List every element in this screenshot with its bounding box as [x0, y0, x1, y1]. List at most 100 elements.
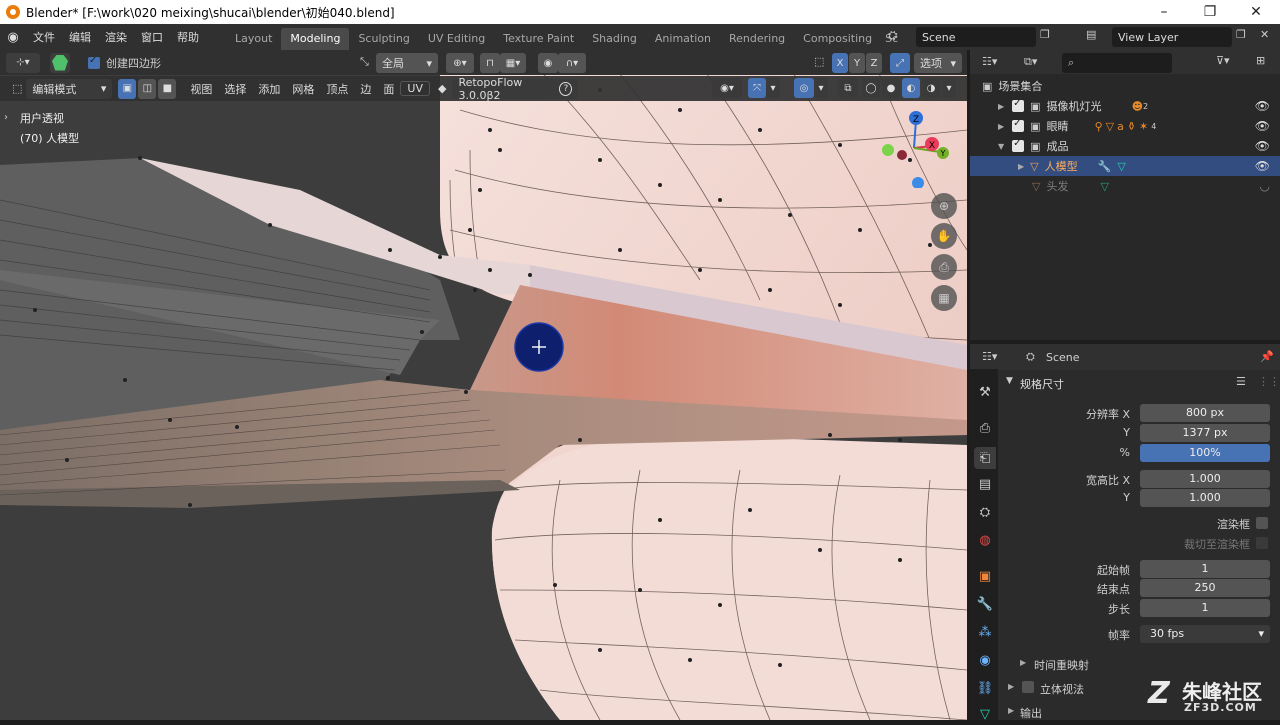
menu-edge[interactable]: 边 — [354, 81, 377, 97]
aspect-x-field[interactable]: 1.000 — [1140, 470, 1270, 488]
time-remap-label[interactable]: 时间重映射 — [1034, 657, 1089, 673]
rendered-shading-icon[interactable]: ◑ — [922, 78, 940, 98]
expand-arrow-icon[interactable]: ▶ — [1018, 162, 1024, 171]
drag-handle-icon[interactable]: ⋮⋮ — [1258, 375, 1280, 388]
outliner-search-input[interactable]: ⌕ — [1062, 53, 1172, 73]
tab-shading[interactable]: Shading — [583, 28, 646, 50]
outliner-row-human-model[interactable]: ▶ ▽ 人模型 🔧 ▽ 👁 — [970, 156, 1280, 176]
menu-render[interactable]: 渲染 — [98, 29, 134, 45]
menu-uv[interactable]: UV — [400, 81, 430, 96]
frame-start-field[interactable]: 1 — [1140, 560, 1270, 578]
toolbar-expand-icon[interactable]: › — [4, 112, 8, 123]
output-section-label[interactable]: 输出 — [1020, 705, 1042, 721]
active-tool-icon[interactable] — [50, 52, 70, 73]
navigation-gizmo[interactable]: Z X Y — [876, 108, 956, 188]
tab-uv-editing[interactable]: UV Editing — [419, 28, 494, 50]
resolution-percent-slider[interactable]: 100% — [1140, 444, 1270, 462]
menu-face[interactable]: 面 — [377, 81, 400, 97]
resolution-x-field[interactable]: 800 px — [1140, 404, 1270, 422]
tab-animation[interactable]: Animation — [646, 28, 720, 50]
crop-region-checkbox[interactable] — [1256, 537, 1268, 549]
tab-rendering[interactable]: Rendering — [720, 28, 794, 50]
snap-toggle-icon[interactable]: ⊓ — [480, 53, 500, 73]
expand-arrow-icon[interactable]: ▶ — [1020, 658, 1026, 667]
shading-dropdown-icon[interactable]: ▾ — [942, 78, 956, 98]
outliner-editor-icon[interactable]: ☷▾ — [982, 55, 997, 68]
aspect-y-field[interactable]: 1.000 — [1140, 489, 1270, 507]
pivot-point-icon[interactable]: ⊕▾ — [446, 53, 474, 73]
visibility-eye-icon[interactable]: 👁 — [1255, 99, 1270, 113]
falloff-icon[interactable]: ∩▾ — [558, 53, 586, 73]
outliner-row-camera-lights[interactable]: ▶ ▣ 摄像机灯光 ☻ 2 👁 — [970, 96, 1280, 116]
new-collection-icon[interactable]: ⊞ — [1256, 54, 1265, 67]
maximize-button[interactable]: ❐ — [1187, 0, 1233, 24]
vertex-select-icon[interactable]: ▣ — [118, 78, 137, 99]
filter-icon[interactable]: ⊽▾ — [1216, 54, 1230, 67]
mirror-x-toggle[interactable]: X — [832, 53, 848, 73]
physics-tab-icon[interactable]: ◉ — [974, 649, 996, 671]
display-mode-icon[interactable]: ⧉▾ — [1024, 55, 1037, 69]
render-region-checkbox[interactable] — [1256, 517, 1268, 529]
zoom-icon[interactable]: ⊕ — [931, 193, 957, 219]
gizmo-icon[interactable]: ⤧ — [748, 78, 766, 98]
overlay-icon[interactable]: ◎ — [794, 78, 814, 98]
tab-layout[interactable]: Layout — [226, 28, 281, 50]
menu-vertex[interactable]: 顶点 — [320, 81, 354, 97]
close-button[interactable]: ✕ — [1233, 0, 1279, 24]
frame-step-field[interactable]: 1 — [1140, 599, 1270, 617]
outliner-row-hair[interactable]: ▽ 头发 ▽ ◡ — [970, 176, 1280, 196]
world-tab-icon[interactable]: ◍ — [974, 529, 996, 551]
remove-view-layer-icon[interactable]: ✕ — [1260, 28, 1269, 41]
new-view-layer-icon[interactable]: ❐ — [1236, 28, 1246, 41]
menu-mesh[interactable]: 网格 — [286, 81, 320, 97]
pin-icon[interactable]: 📌 — [1260, 350, 1274, 363]
visibility-eye-icon[interactable]: 👁 — [1255, 159, 1270, 173]
blender-menu-icon[interactable]: ◉ — [0, 30, 26, 45]
expand-arrow-icon[interactable]: ▶ — [998, 122, 1004, 131]
tab-modeling[interactable]: Modeling — [281, 28, 350, 50]
menu-help[interactable]: 帮助 — [170, 29, 206, 45]
snap-target-icon[interactable]: ▦▾ — [500, 53, 526, 73]
new-scene-icon[interactable]: ❐ — [1040, 28, 1050, 41]
solid-shading-icon[interactable]: ● — [882, 78, 900, 98]
material-shading-icon[interactable]: ◐ — [902, 78, 920, 98]
create-quad-checkbox[interactable] — [88, 55, 100, 69]
frame-end-field[interactable]: 250 — [1140, 579, 1270, 597]
include-checkbox[interactable] — [1012, 138, 1025, 152]
view-layer-field[interactable]: View Layer — [1112, 27, 1232, 47]
hidden-eye-icon[interactable]: ◡ — [1260, 179, 1270, 193]
edge-select-icon[interactable]: ◫ — [138, 78, 157, 99]
menu-window[interactable]: 窗口 — [134, 29, 170, 45]
view-layer-icon[interactable]: ▤ — [1086, 28, 1096, 41]
perspective-grid-icon[interactable]: ▦ — [931, 285, 957, 311]
xray-icon[interactable]: ⧉ — [838, 78, 858, 98]
collapse-arrow-icon[interactable]: ▼ — [1006, 376, 1013, 386]
collapse-arrow-icon[interactable]: ▼ — [998, 142, 1004, 151]
auto-merge-icon[interactable]: ⤢ — [890, 53, 910, 73]
camera-view-icon[interactable]: ⎙ — [931, 254, 957, 280]
menu-add[interactable]: 添加 — [252, 81, 286, 97]
proportional-edit-icon[interactable]: ◉ — [538, 53, 558, 73]
tool-tab-icon[interactable]: ⚒ — [974, 381, 996, 403]
options-dropdown[interactable]: 选项 ▾ — [914, 53, 962, 73]
gizmo-dropdown-icon[interactable]: ▾ — [766, 78, 780, 98]
stereoscopy-checkbox[interactable] — [1022, 681, 1034, 693]
menu-file[interactable]: 文件 — [26, 29, 62, 45]
expand-arrow-icon[interactable]: ▶ — [1008, 706, 1014, 715]
face-select-icon[interactable]: ■ — [158, 78, 177, 99]
dimensions-section-header[interactable]: ▼ 规格尺寸 ☰ ⋮⋮ — [1000, 372, 1280, 394]
visibility-eye-icon[interactable]: 👁 — [1255, 139, 1270, 153]
pan-hand-icon[interactable]: ✋ — [931, 223, 957, 249]
properties-editor-icon[interactable]: ☷▾ — [982, 350, 997, 363]
mirror-y-toggle[interactable]: Y — [849, 53, 865, 73]
presets-list-icon[interactable]: ☰ — [1236, 375, 1246, 388]
overlay-dropdown-icon[interactable]: ▾ — [814, 78, 828, 98]
retopoflow-dropdown[interactable]: RetopoFlow 3.0.0β2? — [452, 76, 579, 102]
scene-selector-icon[interactable]: ⛭ — [888, 28, 898, 43]
menu-edit[interactable]: 编辑 — [62, 29, 98, 45]
scene-tab-icon[interactable]: ⛭ — [974, 501, 996, 523]
wireframe-shading-icon[interactable]: ◯ — [862, 78, 880, 98]
expand-arrow-icon[interactable]: ▶ — [998, 102, 1004, 111]
include-checkbox[interactable] — [1012, 118, 1025, 132]
tab-sculpting[interactable]: Sculpting — [349, 28, 418, 50]
